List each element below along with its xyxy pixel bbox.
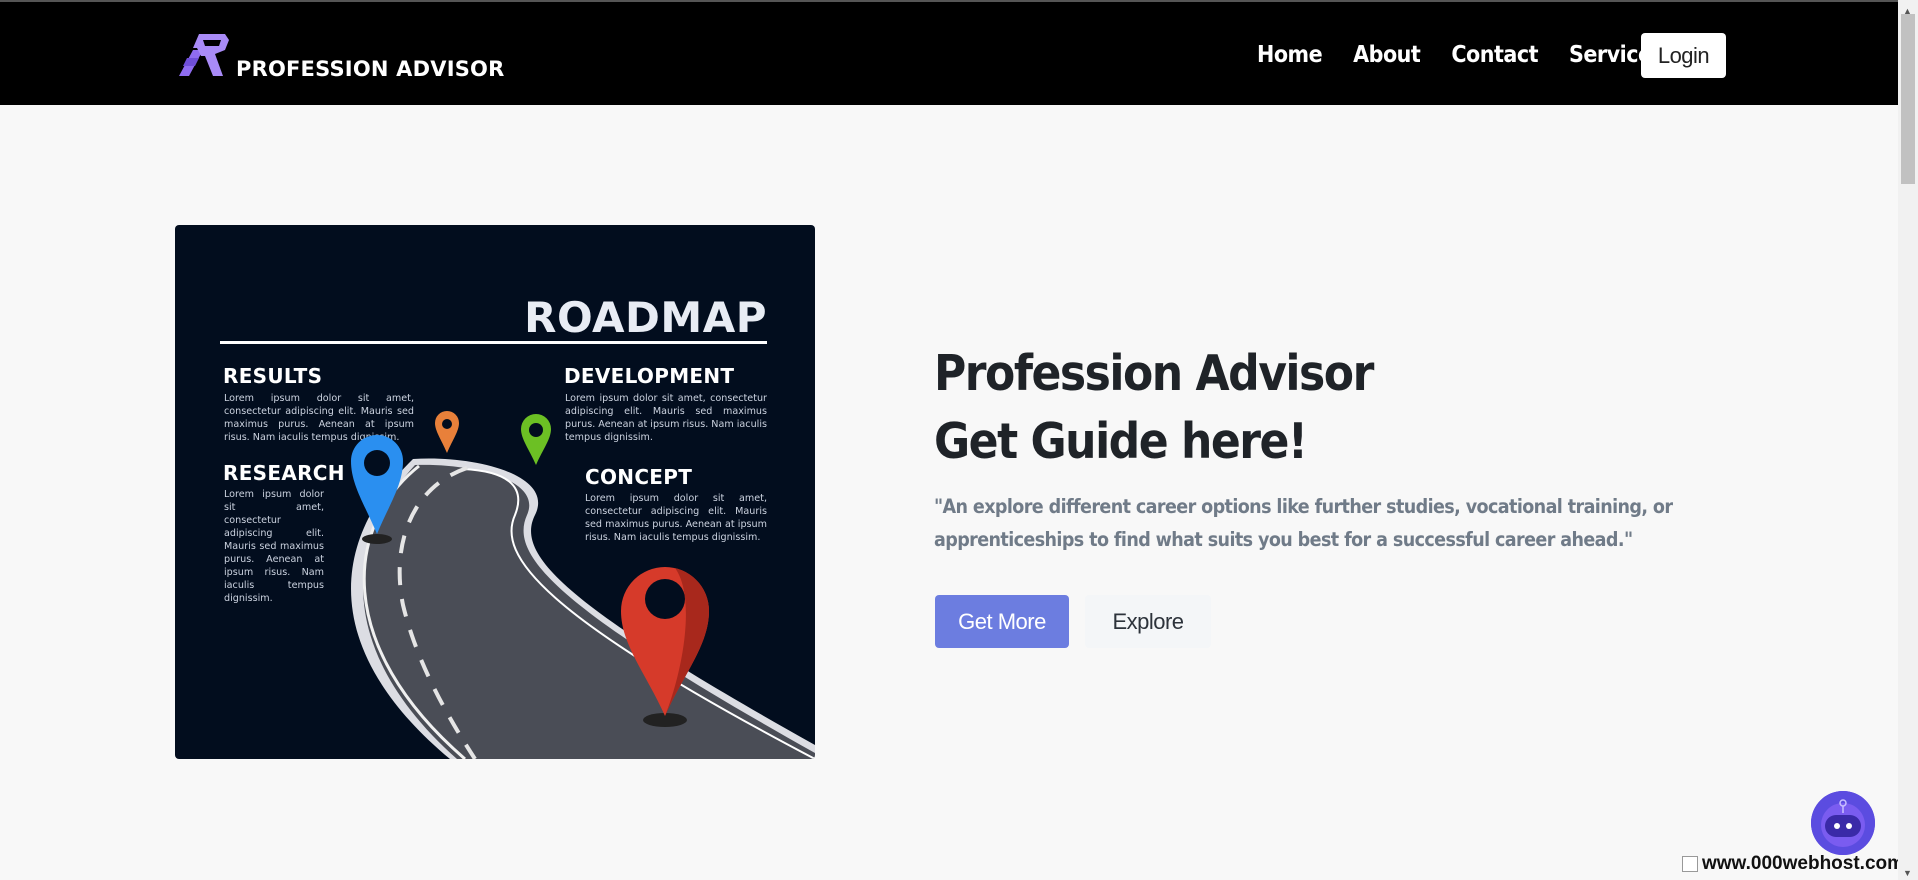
hosting-badge-text: www.000webhost.com (1702, 853, 1905, 874)
chatbot-icon (1811, 791, 1875, 855)
map-pin-icons (351, 411, 710, 727)
explore-button[interactable]: Explore (1085, 595, 1211, 648)
broken-image-icon (1682, 855, 1698, 872)
nav-home-link[interactable]: Home (1257, 42, 1323, 68)
nav-about-link[interactable]: About (1353, 42, 1421, 68)
main-nav: Home About Contact Services (1257, 42, 1694, 68)
hero-description: "An explore different career options lik… (934, 495, 1673, 551)
roadmap-image: ROADMAP RESULTS Lorem ipsum dolor sit am… (175, 225, 815, 759)
hero-title: Profession Advisor Get Guide here! (934, 340, 1374, 476)
blue-pin-icon (351, 435, 403, 534)
nav-contact-link[interactable]: Contact (1451, 42, 1538, 68)
orange-pin-icon (435, 411, 459, 453)
scroll-down-arrow-icon[interactable]: ▼ (1903, 868, 1912, 878)
profession-advisor-logo-icon (179, 34, 229, 76)
login-button[interactable]: Login (1641, 33, 1726, 78)
chatbot-launcher-button[interactable] (1811, 791, 1875, 855)
green-pin-icon (521, 414, 551, 465)
brand-name[interactable]: PROFESSION ADVISOR (236, 57, 504, 81)
get-more-button[interactable]: Get More (935, 595, 1069, 648)
page-scrollbar[interactable]: ▲ ▼ (1898, 0, 1918, 880)
hero-title-line2: Get Guide here! (934, 413, 1308, 470)
hosting-badge[interactable]: www.000webhost.com (1682, 853, 1904, 875)
scrollbar-thumb[interactable] (1901, 14, 1915, 184)
hero-title-line1: Profession Advisor (934, 345, 1374, 402)
navbar: PROFESSION ADVISOR Home About Contact Se… (0, 2, 1898, 105)
